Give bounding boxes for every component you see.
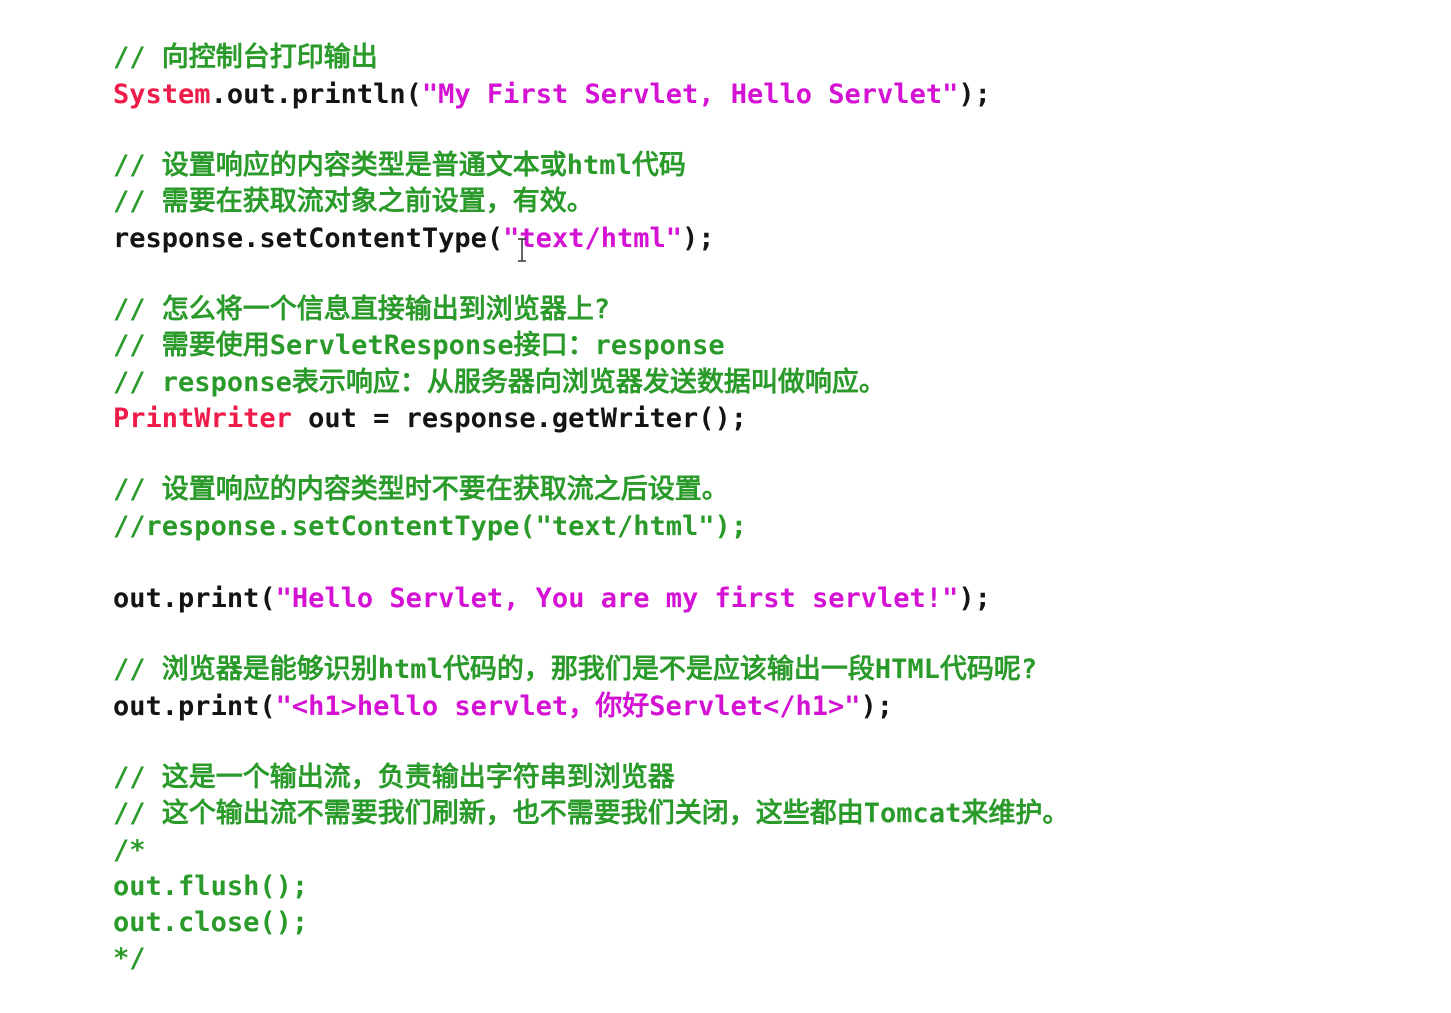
code-editor[interactable]: // 向控制台打印输出 System.out.println("My First…: [0, 0, 1451, 974]
code-line-7: // 需要使用ServletResponse接口：response: [48, 292, 725, 361]
text-cursor-icon: [517, 238, 527, 262]
code-line-18: out.flush();: [48, 833, 308, 902]
code-line-17: /*: [48, 797, 146, 866]
code-line-10: // 设置响应的内容类型时不要在获取流之后设置。: [48, 436, 729, 505]
code-line-9: PrintWriter out = response.getWriter();: [48, 365, 747, 434]
statement: out = response.getWriter();: [291, 403, 747, 434]
code-line-15: // 这是一个输出流，负责输出字符串到浏览器: [48, 724, 675, 793]
code-line-14: out.print("<h1>hello servlet，你好Servlet</…: [48, 653, 893, 722]
statement-end: );: [681, 223, 715, 254]
method-call: out.print(: [113, 691, 276, 722]
statement-end: );: [958, 583, 991, 614]
type-name: System: [113, 79, 211, 110]
method-call: out.print(: [113, 583, 276, 614]
string-literal: "My First Servlet, Hello Servlet": [421, 79, 959, 110]
method-call: .out.println(: [210, 79, 422, 110]
comment: // 这个输出流不需要我们刷新，也不需要我们关闭，这些都由Tomcat来维护。: [113, 798, 1070, 829]
string-literal: "text/html": [503, 223, 682, 254]
code-line-5: response.setContentType("text/html");: [48, 185, 714, 254]
i-beam-icon: [518, 238, 526, 262]
statement-end: );: [958, 79, 991, 110]
method-call: response.setContentType(: [113, 223, 504, 254]
code-line-13: // 浏览器是能够识别html代码的，那我们是不是应该输出一段HTML代码呢?: [48, 616, 1037, 685]
comment: */: [113, 943, 146, 974]
code-line-16: // 这个输出流不需要我们刷新，也不需要我们关闭，这些都由Tomcat来维护。: [48, 760, 1069, 829]
code-line-4: // 需要在获取流对象之前设置，有效。: [48, 148, 594, 217]
code-line-19: out.close();: [48, 869, 308, 938]
code-line-8: // response表示响应：从服务器向浏览器发送数据叫做响应。: [48, 329, 886, 398]
code-line-1: // 向控制台打印输出: [48, 4, 378, 73]
code-line-2: System.out.println("My First Servlet, He…: [48, 41, 991, 110]
code-line-11: //response.setContentType("text/html");: [48, 473, 747, 542]
string-literal: "Hello Servlet, You are my first servlet…: [275, 583, 959, 614]
code-line-3: // 设置响应的内容类型是普通文本或html代码: [48, 112, 686, 181]
string-literal: "<h1>hello servlet，你好Servlet</h1>": [275, 691, 861, 722]
type-name: PrintWriter: [113, 403, 292, 434]
code-line-20: */: [48, 905, 146, 974]
comment: //response.setContentType("text/html");: [113, 511, 747, 542]
code-line-12: out.print("Hello Servlet, You are my fir…: [48, 545, 991, 614]
statement-end: );: [860, 691, 894, 722]
